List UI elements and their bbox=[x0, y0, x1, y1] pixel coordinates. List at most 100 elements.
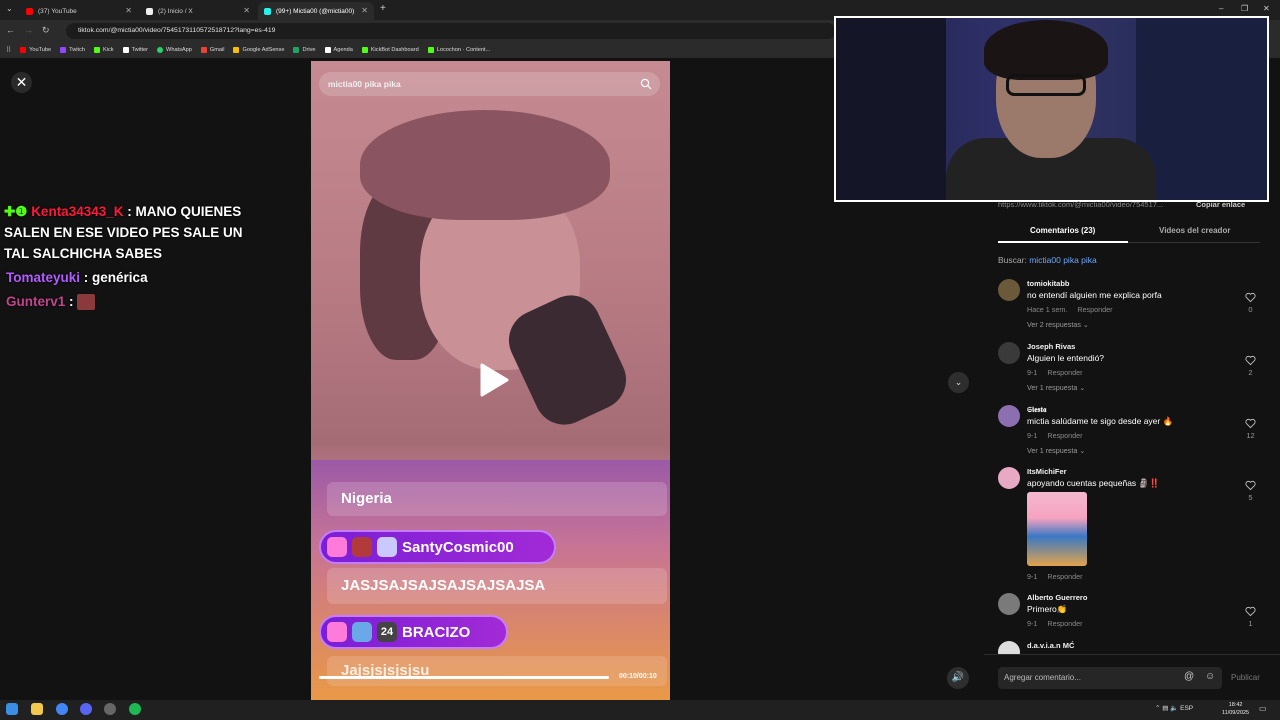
bookmark-twitter[interactable]: Twitter bbox=[122, 47, 148, 53]
cat-badge-icon bbox=[352, 537, 372, 557]
comment-username[interactable]: ItsMichiFer bbox=[1027, 467, 1067, 476]
comment-username[interactable]: 𝕾𝖎𝖊𝖘𝖙𝖆 bbox=[1027, 405, 1046, 415]
comment-username[interactable]: Joseph Rivas bbox=[1027, 342, 1075, 351]
maximize-icon[interactable]: ❐ bbox=[1241, 4, 1248, 13]
reply-button[interactable]: Responder bbox=[1047, 368, 1082, 377]
bookmark-youtube[interactable]: YouTube bbox=[20, 47, 51, 53]
bookmark-label: YouTube bbox=[29, 47, 52, 53]
windows-start-icon[interactable] bbox=[6, 703, 18, 715]
close-tab-icon[interactable]: ✕ bbox=[243, 6, 250, 15]
bookmark-agenda[interactable]: Agenda bbox=[324, 47, 353, 53]
avatar[interactable] bbox=[998, 405, 1020, 427]
comment-username[interactable]: Alberto Guerrero bbox=[1027, 593, 1087, 602]
search-icon[interactable] bbox=[640, 78, 652, 90]
notion-icon bbox=[324, 47, 331, 53]
search-term-link[interactable]: mictia00 pika pika bbox=[1029, 255, 1097, 265]
reply-button[interactable]: Responder bbox=[1047, 431, 1082, 440]
avatar[interactable] bbox=[998, 279, 1020, 301]
chat-message: Gunterv1 : bbox=[6, 291, 96, 312]
reply-button[interactable]: Responder bbox=[1047, 619, 1082, 628]
video-progress-bar[interactable] bbox=[319, 676, 609, 679]
reply-button[interactable]: Responder bbox=[1077, 305, 1112, 314]
tab-creator-videos[interactable]: Videos del creador bbox=[1159, 226, 1230, 235]
copy-link-button[interactable]: Copiar enlace bbox=[1196, 200, 1245, 209]
heart-icon[interactable] bbox=[1245, 606, 1256, 617]
comment-username[interactable]: d.a.v.i.a.n MĆ bbox=[1027, 641, 1074, 650]
comment-username[interactable]: tomiokitabb bbox=[1027, 279, 1070, 288]
reply-button[interactable]: Responder bbox=[1047, 572, 1082, 581]
volume-icon[interactable]: 🔈 bbox=[1170, 705, 1178, 712]
like-count: 12 bbox=[1246, 431, 1255, 440]
spotify-icon[interactable] bbox=[129, 703, 141, 715]
bookmark-kickbot[interactable]: KickBot Dashboard bbox=[361, 47, 419, 53]
browser-tab-youtube[interactable]: (37) YouTube ✕ bbox=[20, 2, 138, 20]
emoji-icon[interactable]: ☺ bbox=[1205, 671, 1215, 682]
taskbar-clock[interactable]: 18:42 11/09/2025 bbox=[1222, 701, 1249, 717]
minimize-icon[interactable]: – bbox=[1219, 4, 1223, 13]
heart-icon[interactable] bbox=[1245, 418, 1256, 429]
discord-icon[interactable] bbox=[80, 703, 92, 715]
play-icon[interactable] bbox=[478, 362, 510, 398]
obs-icon[interactable] bbox=[104, 703, 116, 715]
bookmark-whatsapp[interactable]: WhatsApp bbox=[157, 47, 192, 53]
avatar[interactable] bbox=[998, 641, 1020, 654]
bookmark-label: KickBot Dashboard bbox=[370, 47, 419, 53]
chat-text-line: SALEN EN ESE VIDEO PES SALE UN bbox=[4, 225, 243, 240]
browser-tab-x[interactable]: (2) Inicio / X ✕ bbox=[140, 2, 256, 20]
chat-text: : bbox=[69, 294, 74, 309]
video-search-bar[interactable]: mictia00 pika pika bbox=[319, 72, 660, 96]
browser-tab-tiktok[interactable]: (99+) Mictia00 (@mictia00) ✕ bbox=[258, 2, 374, 20]
comment-item: 𝕾𝖎𝖊𝖘𝖙𝖆 mictia salúdame te sigo desde aye… bbox=[998, 405, 1260, 459]
avatar[interactable] bbox=[998, 342, 1020, 364]
chrome-icon[interactable] bbox=[56, 703, 68, 715]
view-replies-button[interactable]: Ver 2 respuestas ⌄ bbox=[1027, 320, 1089, 329]
publish-button[interactable]: Publicar bbox=[1231, 673, 1260, 682]
view-replies-button[interactable]: Ver 1 respuesta ⌄ bbox=[1027, 383, 1085, 392]
apps-grid-icon[interactable]: ⠿ bbox=[6, 46, 11, 54]
bookmark-kick[interactable]: Kick bbox=[93, 47, 114, 53]
network-icon[interactable]: ▤ bbox=[1162, 705, 1168, 712]
video-progress-fill bbox=[319, 676, 609, 679]
view-replies-button[interactable]: Ver 1 respuesta ⌄ bbox=[1027, 446, 1085, 455]
file-explorer-icon[interactable] bbox=[31, 703, 43, 715]
close-tab-icon[interactable]: ✕ bbox=[361, 6, 368, 15]
new-tab-button[interactable]: + bbox=[380, 3, 386, 14]
heart-icon[interactable] bbox=[1245, 292, 1256, 303]
locochon-icon bbox=[427, 47, 434, 53]
like-count: 5 bbox=[1248, 493, 1253, 502]
mention-icon[interactable]: @ bbox=[1184, 671, 1194, 682]
bookmark-locochon[interactable]: Locochon · Content... bbox=[427, 47, 490, 53]
alert-user-pill: 24 BRACIZO bbox=[319, 615, 508, 649]
avatar[interactable] bbox=[998, 467, 1020, 489]
bookmark-gmail[interactable]: Gmail bbox=[200, 47, 224, 53]
close-video-button[interactable]: ✕ bbox=[11, 72, 32, 93]
url-field[interactable]: tiktok.com/@mictia00/video/7545173110572… bbox=[66, 23, 836, 39]
chat-username: Kenta34343_K bbox=[31, 204, 124, 219]
webcam-overlay bbox=[834, 16, 1269, 202]
tab-comments[interactable]: Comentarios (23) bbox=[1030, 226, 1095, 235]
tab-list-icon[interactable]: ⌄ bbox=[6, 4, 13, 13]
chat-text: : MANO QUIENES bbox=[127, 204, 242, 219]
comment-date: 9-1 bbox=[1027, 431, 1038, 440]
bookmark-drive[interactable]: Drive bbox=[293, 47, 316, 53]
whatsapp-icon bbox=[157, 47, 164, 53]
bookmark-adsense[interactable]: Google AdSense bbox=[233, 47, 284, 53]
notifications-icon[interactable]: ▭ bbox=[1259, 704, 1267, 713]
forward-icon[interactable]: → bbox=[24, 25, 33, 35]
volume-button[interactable]: 🔊 bbox=[947, 667, 969, 689]
bookmark-twitch[interactable]: Twitch bbox=[60, 47, 85, 53]
reload-icon[interactable]: ↻ bbox=[42, 25, 50, 36]
heart-icon[interactable] bbox=[1245, 355, 1256, 366]
kick-icon bbox=[93, 47, 100, 53]
next-video-button[interactable]: ⌄ bbox=[948, 372, 969, 393]
tab-label: (2) Inicio / X bbox=[158, 7, 193, 15]
comment-image[interactable] bbox=[1027, 492, 1087, 566]
close-tab-icon[interactable]: ✕ bbox=[125, 6, 132, 15]
avatar[interactable] bbox=[998, 593, 1020, 615]
language-indicator[interactable]: ESP bbox=[1180, 705, 1193, 712]
close-window-icon[interactable]: ✕ bbox=[1263, 4, 1270, 13]
tray-chevron-icon[interactable]: ⌃ bbox=[1155, 705, 1160, 712]
back-icon[interactable]: ← bbox=[6, 25, 15, 35]
comment-search-label: Buscar: mictia00 pika pika bbox=[998, 255, 1097, 265]
heart-icon[interactable] bbox=[1245, 480, 1256, 491]
